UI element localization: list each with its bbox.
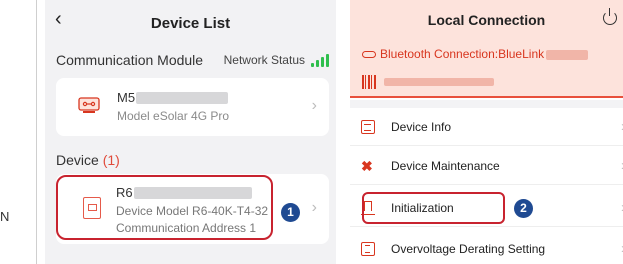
menu-item-device-info[interactable]: Device Info › <box>350 108 623 146</box>
page-title: Local Connection <box>427 12 546 28</box>
connection-banner: Bluetooth Connection:BlueLink <box>350 40 623 98</box>
local-connection-screen: Local Connection Bluetooth Connection:Bl… <box>350 0 623 264</box>
menu-item-device-maintenance[interactable]: ✖ Device Maintenance › <box>350 147 623 185</box>
left-edge-fragment: N <box>0 0 42 264</box>
communication-module-card[interactable]: M5 Model eSolar 4G Pro › <box>56 78 329 136</box>
bluetooth-status-row: Bluetooth Connection:BlueLink <box>362 47 589 61</box>
barcode-icon <box>362 74 376 89</box>
left-edge-text: N <box>0 209 10 224</box>
device-section-label: Device (1) <box>56 152 120 168</box>
callout-badge-2: 2 <box>514 199 533 218</box>
highlight-box-device <box>56 175 273 240</box>
power-icon[interactable] <box>603 8 617 25</box>
signal-strength-icon <box>311 53 329 67</box>
link-icon <box>362 51 376 59</box>
serial-number-row <box>362 73 494 89</box>
local-connection-header: Local Connection <box>350 0 623 40</box>
screenshot-stage: N ‹ Device List Communication Module Net… <box>0 0 623 264</box>
page-title: Device List <box>150 15 231 32</box>
section-gap <box>350 100 623 108</box>
document-icon <box>361 120 375 134</box>
menu-item-label: Overvoltage Derating Setting <box>391 242 546 256</box>
divider <box>36 0 37 264</box>
network-status-label: Network Status <box>223 53 305 67</box>
chevron-right-icon: › <box>311 97 317 114</box>
menu-item-label: Device Info <box>391 120 452 134</box>
menu-item-overvoltage-derating[interactable]: Overvoltage Derating Setting › <box>350 230 623 264</box>
redacted-block <box>384 77 494 86</box>
module-icon <box>78 97 100 113</box>
redacted-block <box>546 49 589 60</box>
communication-module-header: Communication Module Network Status <box>56 51 329 71</box>
menu-item-label: Device Maintenance <box>391 159 500 173</box>
device-list-header: ‹ Device List <box>45 0 336 44</box>
module-name-row: M5 <box>117 89 229 106</box>
device-list-screen: ‹ Device List Communication Module Netwo… <box>45 0 336 264</box>
device-label: Device <box>56 152 99 168</box>
highlight-box-initialization <box>362 192 505 224</box>
redacted-block <box>136 91 229 104</box>
bluetooth-status-text: Bluetooth Connection:BlueLink <box>380 47 545 61</box>
device-count: (1) <box>102 152 120 168</box>
chevron-right-icon: › <box>311 199 317 216</box>
callout-badge-1: 1 <box>281 203 300 222</box>
communication-module-label: Communication Module <box>56 52 204 68</box>
voltage-icon <box>361 242 375 256</box>
tools-icon: ✖ <box>361 158 373 174</box>
module-name: M5 <box>117 90 136 106</box>
module-model: Model eSolar 4G Pro <box>117 109 230 123</box>
